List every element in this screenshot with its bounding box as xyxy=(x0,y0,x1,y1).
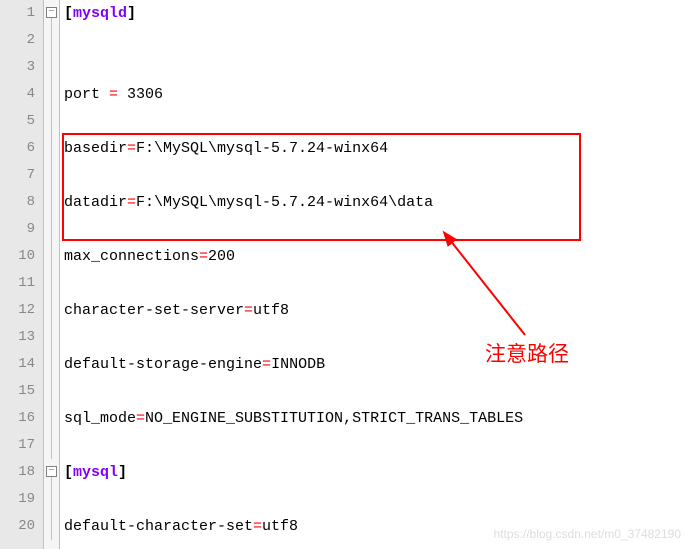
code-line[interactable]: port = 3306 xyxy=(60,81,691,108)
code-line[interactable]: character-set-server=utf8 xyxy=(60,297,691,324)
fold-cell xyxy=(44,297,59,324)
token-txt: 3306 xyxy=(118,86,163,103)
token-txt: F:\MySQL\mysql-5.7.24-winx64 xyxy=(136,140,388,157)
token-kw-bracket: ] xyxy=(118,464,127,481)
fold-cell xyxy=(44,405,59,432)
token-kw-section: mysqld xyxy=(73,5,127,22)
code-line[interactable] xyxy=(60,162,691,189)
code-line[interactable] xyxy=(60,432,691,459)
token-op-eq: = xyxy=(244,302,253,319)
line-number: 9 xyxy=(0,216,43,243)
line-number: 7 xyxy=(0,162,43,189)
token-txt: NO_ENGINE_SUBSTITUTION,STRICT_TRANS_TABL… xyxy=(145,410,523,427)
line-number: 20 xyxy=(0,513,43,540)
line-number: 17 xyxy=(0,432,43,459)
token-txt: default-character-set xyxy=(64,518,253,535)
fold-cell xyxy=(44,162,59,189)
token-txt: max_connections xyxy=(64,248,199,265)
line-number: 16 xyxy=(0,405,43,432)
line-number: 13 xyxy=(0,324,43,351)
token-txt: F:\MySQL\mysql-5.7.24-winx64\data xyxy=(136,194,433,211)
token-kw-bracket: ] xyxy=(127,5,136,22)
code-line[interactable] xyxy=(60,486,691,513)
fold-cell xyxy=(44,432,59,459)
token-txt: utf8 xyxy=(262,518,298,535)
fold-minus-icon[interactable]: − xyxy=(46,466,57,477)
code-line[interactable]: [mysqld] xyxy=(60,0,691,27)
token-op-eq: = xyxy=(199,248,208,265)
line-number: 15 xyxy=(0,378,43,405)
line-number: 10 xyxy=(0,243,43,270)
fold-cell xyxy=(44,54,59,81)
fold-minus-icon[interactable]: − xyxy=(46,7,57,18)
token-op-eq: = xyxy=(127,140,136,157)
token-kw-section: mysql xyxy=(73,464,118,481)
token-txt: default-storage-engine xyxy=(64,356,262,373)
token-op-eq: = xyxy=(109,86,118,103)
line-number: 19 xyxy=(0,486,43,513)
code-line[interactable]: sql_mode=NO_ENGINE_SUBSTITUTION,STRICT_T… xyxy=(60,405,691,432)
code-line[interactable] xyxy=(60,324,691,351)
token-txt: character-set-server xyxy=(64,302,244,319)
code-editor[interactable]: 1234567891011121314151617181920 −− [mysq… xyxy=(0,0,691,549)
fold-cell xyxy=(44,27,59,54)
line-number: 1 xyxy=(0,0,43,27)
fold-cell xyxy=(44,378,59,405)
token-txt: INNODB xyxy=(271,356,325,373)
line-number: 8 xyxy=(0,189,43,216)
token-txt: 200 xyxy=(208,248,235,265)
fold-cell xyxy=(44,108,59,135)
code-line[interactable] xyxy=(60,54,691,81)
fold-cell xyxy=(44,324,59,351)
code-line[interactable] xyxy=(60,216,691,243)
fold-cell xyxy=(44,486,59,513)
token-op-eq: = xyxy=(127,194,136,211)
token-txt: basedir xyxy=(64,140,127,157)
line-number: 12 xyxy=(0,297,43,324)
fold-cell: − xyxy=(44,459,59,486)
fold-cell xyxy=(44,513,59,540)
fold-cell xyxy=(44,351,59,378)
code-line[interactable]: max_connections=200 xyxy=(60,243,691,270)
line-number-gutter: 1234567891011121314151617181920 xyxy=(0,0,44,549)
fold-cell xyxy=(44,243,59,270)
token-op-eq: = xyxy=(253,518,262,535)
fold-cell xyxy=(44,216,59,243)
code-area[interactable]: [mysqld]port = 3306basedir=F:\MySQL\mysq… xyxy=(60,0,691,549)
code-line[interactable] xyxy=(60,378,691,405)
line-number: 3 xyxy=(0,54,43,81)
fold-cell xyxy=(44,135,59,162)
code-line[interactable]: datadir=F:\MySQL\mysql-5.7.24-winx64\dat… xyxy=(60,189,691,216)
code-line[interactable]: [mysql] xyxy=(60,459,691,486)
code-line[interactable]: default-storage-engine=INNODB xyxy=(60,351,691,378)
fold-cell: − xyxy=(44,0,59,27)
line-number: 11 xyxy=(0,270,43,297)
token-kw-bracket: [ xyxy=(64,5,73,22)
token-op-eq: = xyxy=(136,410,145,427)
fold-cell xyxy=(44,270,59,297)
fold-cell xyxy=(44,189,59,216)
code-line[interactable]: basedir=F:\MySQL\mysql-5.7.24-winx64 xyxy=(60,135,691,162)
fold-cell xyxy=(44,81,59,108)
code-line[interactable] xyxy=(60,27,691,54)
line-number: 14 xyxy=(0,351,43,378)
line-number: 5 xyxy=(0,108,43,135)
line-number: 4 xyxy=(0,81,43,108)
watermark: https://blog.csdn.net/m0_37482190 xyxy=(494,527,681,541)
token-txt: sql_mode xyxy=(64,410,136,427)
token-txt: datadir xyxy=(64,194,127,211)
token-txt: utf8 xyxy=(253,302,289,319)
fold-gutter: −− xyxy=(44,0,60,549)
token-txt: port xyxy=(64,86,109,103)
line-number: 6 xyxy=(0,135,43,162)
code-line[interactable] xyxy=(60,108,691,135)
line-number: 2 xyxy=(0,27,43,54)
annotation-text: 注意路径 xyxy=(485,338,569,368)
token-op-eq: = xyxy=(262,356,271,373)
token-kw-bracket: [ xyxy=(64,464,73,481)
code-line[interactable] xyxy=(60,270,691,297)
line-number: 18 xyxy=(0,459,43,486)
